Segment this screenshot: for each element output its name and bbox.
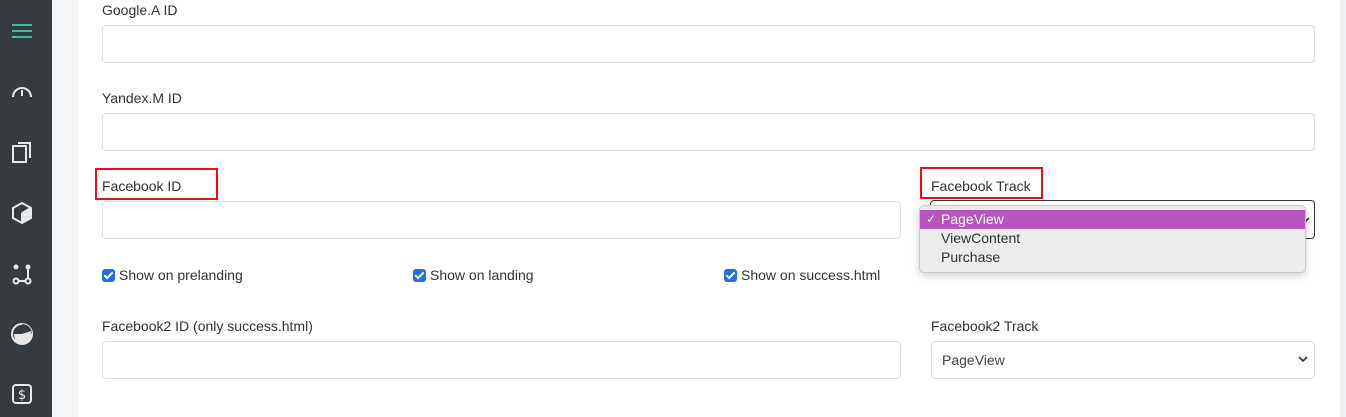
checkmark-icon: ✓ [926, 212, 937, 226]
box-icon[interactable] [10, 201, 34, 225]
facebook2-track-select[interactable]: PageView [931, 341, 1315, 379]
svg-text:$: $ [18, 388, 26, 403]
checkbox-checked-icon[interactable] [413, 268, 426, 282]
facebook-track-label: Facebook Track [931, 178, 1031, 194]
facebook-track-dropdown: ✓ PageView ViewContent Purchase [919, 205, 1306, 273]
documents-icon[interactable] [10, 140, 34, 164]
facebook2-id-label: Facebook2 ID (only success.html) [102, 318, 313, 334]
sidebar: $ [0, 0, 52, 417]
checkbox-checked-icon[interactable] [102, 268, 115, 282]
facebook-id-input[interactable] [102, 201, 901, 239]
yandex-id-input[interactable] [102, 113, 1315, 151]
checkbox-show-landing[interactable]: Show on landing [413, 267, 534, 283]
checkbox-checked-icon[interactable] [724, 268, 737, 282]
facebook2-track-label: Facebook2 Track [931, 318, 1039, 334]
pie-chart-icon[interactable] [10, 322, 34, 346]
chevron-down-icon [1298, 356, 1308, 363]
menu-icon[interactable] [10, 19, 34, 43]
dropdown-option-purchase[interactable]: Purchase [920, 248, 1305, 267]
yandex-id-label: Yandex.M ID [102, 90, 182, 106]
dropdown-option-pageview[interactable]: ✓ PageView [920, 210, 1305, 229]
dropdown-option-viewcontent[interactable]: ViewContent [920, 229, 1305, 248]
right-margin [1340, 0, 1346, 417]
google-id-label: Google.A ID [102, 2, 178, 18]
git-branch-icon[interactable] [10, 262, 34, 286]
facebook2-id-input[interactable] [102, 341, 901, 379]
dollar-icon[interactable]: $ [10, 382, 34, 406]
facebook-id-label: Facebook ID [102, 178, 182, 194]
dashboard-gauge-icon[interactable] [10, 80, 34, 104]
checkbox-show-prelanding[interactable]: Show on prelanding [102, 267, 243, 283]
google-id-input[interactable] [102, 25, 1315, 63]
checkbox-show-success[interactable]: Show on success.html [724, 267, 880, 283]
